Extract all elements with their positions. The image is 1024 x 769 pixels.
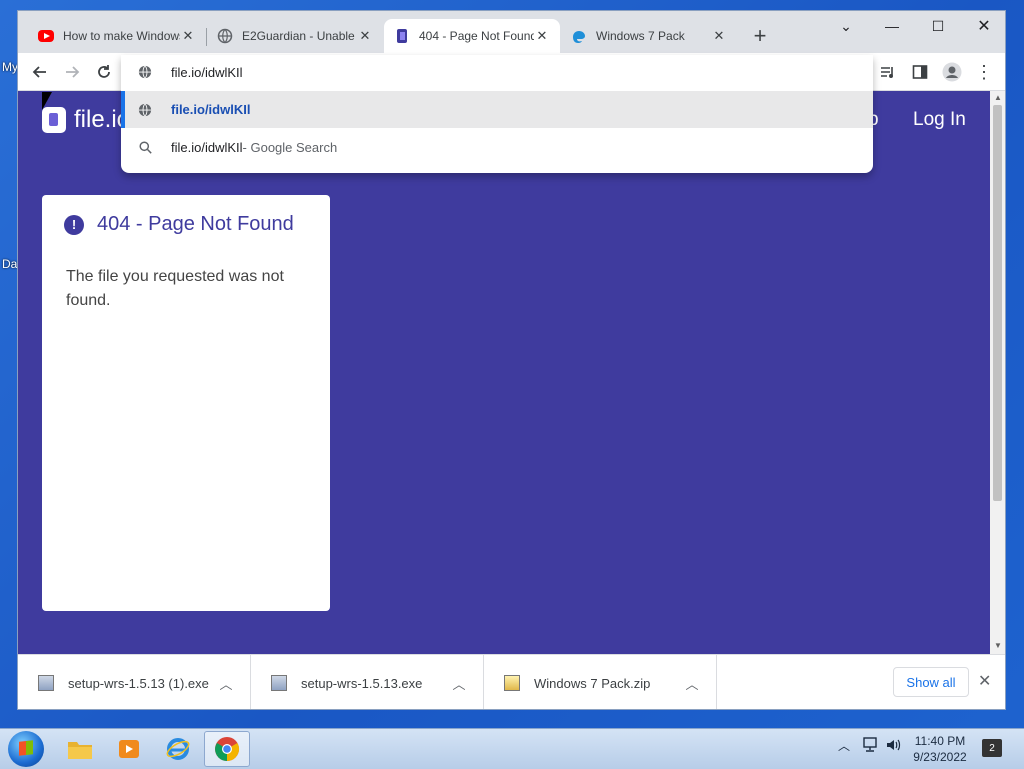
back-button[interactable] xyxy=(27,59,53,85)
tab-strip: How to make Windows ✕ E2Guardian - Unabl… xyxy=(18,11,1005,53)
volume-icon[interactable] xyxy=(885,737,903,753)
chevron-up-icon[interactable]: ︿ xyxy=(449,674,469,693)
avatar-icon xyxy=(942,62,962,82)
omnibox-suggestion-url[interactable]: file.io/idwlKIl xyxy=(121,91,873,128)
download-filename: Windows 7 Pack.zip xyxy=(534,675,651,691)
tab-youtube[interactable]: How to make Windows ✕ xyxy=(28,19,206,53)
fileio-icon xyxy=(397,29,407,43)
address-input[interactable]: file.io/idwlKIl xyxy=(171,65,243,80)
suggestion-text: file.io/idwlKIl xyxy=(171,102,251,117)
youtube-icon xyxy=(38,30,54,42)
chrome-taskbar-button[interactable] xyxy=(204,731,250,767)
desktop-icon-label: Da xyxy=(2,257,18,271)
close-icon[interactable]: ✕ xyxy=(711,28,727,44)
reload-button[interactable] xyxy=(91,59,117,85)
zip-file-icon xyxy=(504,675,520,691)
download-filename: setup-wrs-1.5.13.exe xyxy=(301,675,423,691)
globe-icon xyxy=(217,28,233,44)
media-control-button[interactable] xyxy=(875,59,901,85)
tab-404[interactable]: 404 - Page Not Found ✕ xyxy=(384,19,560,53)
web-page: file.io p Log In ! 404 - Page Not Found … xyxy=(18,91,990,654)
download-filename: setup-wrs-1.5.13 (1).exe xyxy=(68,675,209,691)
tab-title: How to make Windows xyxy=(63,29,180,43)
login-link[interactable]: Log In xyxy=(913,109,966,131)
notification-count: 2 xyxy=(989,742,995,754)
profile-button[interactable] xyxy=(939,59,965,85)
minimize-button[interactable]: — xyxy=(869,11,915,41)
show-all-button[interactable]: Show all xyxy=(893,667,969,697)
scroll-up-icon[interactable]: ▲ xyxy=(994,93,1002,102)
playlist-icon xyxy=(881,67,893,78)
download-item[interactable]: setup-wrs-1.5.13 (1).exe ︿ xyxy=(18,655,251,709)
exe-file-icon xyxy=(38,675,54,691)
scroll-down-icon[interactable]: ▼ xyxy=(994,641,1002,650)
mouse-cursor xyxy=(42,92,52,110)
alert-icon: ! xyxy=(64,214,84,235)
error-title: 404 - Page Not Found xyxy=(97,213,294,235)
edge-icon xyxy=(573,31,585,43)
page-scrollbar[interactable]: ▲ ▼ xyxy=(990,91,1005,654)
system-clock[interactable]: 11:40 PM 9/23/2022 xyxy=(905,733,975,765)
chevron-up-icon[interactable]: ︿ xyxy=(216,674,236,693)
tab-title: Windows 7 Pack xyxy=(596,29,685,43)
start-button[interactable] xyxy=(8,731,44,767)
tab-e2guardian[interactable]: E2Guardian - Unable ✕ xyxy=(207,19,383,53)
desktop-icon-label: My xyxy=(2,60,18,74)
tab-windows7pack[interactable]: Windows 7 Pack ✕ xyxy=(561,19,737,53)
folder-icon xyxy=(68,742,92,759)
suggestion-text: file.io/idwlKIl xyxy=(171,140,243,155)
media-player-icon xyxy=(119,740,139,758)
menu-button[interactable]: ⋮ xyxy=(971,59,997,85)
chevron-up-icon[interactable]: ︿ xyxy=(682,674,702,693)
globe-icon xyxy=(137,65,153,79)
download-item[interactable]: setup-wrs-1.5.13.exe ︿ xyxy=(251,655,484,709)
taskbar: ︿ 11:40 PM 9/23/2022 2 xyxy=(0,728,1024,769)
network-icon[interactable] xyxy=(862,737,880,753)
address-bar[interactable]: file.io/idwlKIl xyxy=(121,55,873,89)
omnibox-suggestion-search[interactable]: file.io/idwlKIl - Google Search xyxy=(121,129,873,166)
side-panel-button[interactable] xyxy=(907,59,933,85)
new-tab-button[interactable]: + xyxy=(748,25,772,49)
forward-button[interactable] xyxy=(59,59,85,85)
close-icon[interactable]: ✕ xyxy=(978,671,991,691)
suggestion-suffix: - Google Search xyxy=(242,140,338,155)
error-card: ! 404 - Page Not Found The file you requ… xyxy=(42,195,330,611)
show-hidden-icons[interactable]: ︿ xyxy=(838,737,850,754)
fileio-logo-icon xyxy=(42,107,66,133)
clock-date: 9/23/2022 xyxy=(913,750,967,764)
exe-file-icon xyxy=(271,675,287,691)
tab-search-button[interactable]: ⌄ xyxy=(823,11,869,41)
clock-time: 11:40 PM xyxy=(914,734,966,748)
omnibox-dropdown: file.io/idwlKIl file.io/idwlKIl file.io/… xyxy=(121,55,873,173)
close-icon[interactable]: ✕ xyxy=(534,28,550,44)
close-icon[interactable]: ✕ xyxy=(180,28,196,44)
explorer-taskbar-button[interactable] xyxy=(57,731,103,767)
tab-title: E2Guardian - Unable xyxy=(242,29,355,43)
tab-title: 404 - Page Not Found xyxy=(419,29,534,43)
forward-arrow-icon xyxy=(66,66,80,78)
back-arrow-icon xyxy=(32,66,46,78)
ie-taskbar-button[interactable] xyxy=(155,731,201,767)
side-panel-icon xyxy=(912,65,928,79)
internet-explorer-icon xyxy=(166,738,190,760)
action-center-icon[interactable]: 2 xyxy=(982,739,1002,757)
error-header: ! 404 - Page Not Found xyxy=(64,213,294,236)
maximize-button[interactable]: ☐ xyxy=(915,11,961,41)
error-message: The file you requested was not found. xyxy=(66,268,284,309)
media-player-taskbar-button[interactable] xyxy=(106,731,152,767)
downloads-bar: setup-wrs-1.5.13 (1).exe ︿ setup-wrs-1.5… xyxy=(18,654,1005,709)
download-item[interactable]: Windows 7 Pack.zip ︿ xyxy=(484,655,717,709)
globe-icon xyxy=(137,103,153,117)
chrome-icon xyxy=(215,737,240,761)
browser-window: How to make Windows ✕ E2Guardian - Unabl… xyxy=(17,10,1006,710)
fileio-logo[interactable]: file.io xyxy=(42,106,130,134)
search-icon xyxy=(137,141,153,154)
close-icon[interactable]: ✕ xyxy=(357,28,373,44)
close-window-button[interactable]: ✕ xyxy=(961,11,1005,41)
scroll-thumb[interactable] xyxy=(993,105,1002,501)
reload-icon xyxy=(98,65,110,78)
